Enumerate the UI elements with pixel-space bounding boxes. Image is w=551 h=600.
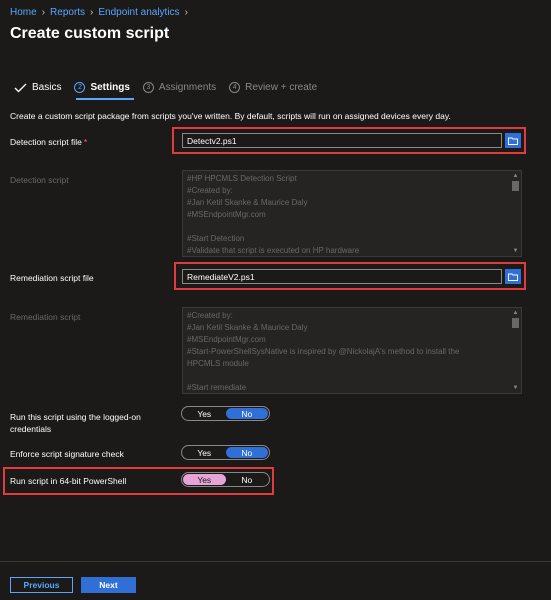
remediation-file-input[interactable]: RemediateV2.ps1 [182,269,502,284]
chevron-right-icon: › [41,7,46,18]
signature-check-toggle[interactable]: Yes No [181,445,270,460]
scroll-down-arrow-icon[interactable]: ▼ [511,247,520,255]
step-assignments[interactable]: 3 Assignments [142,82,217,93]
script-line: #Created by: [187,186,233,195]
script-line: #Jan Ketil Skanke & Maurice Daly [187,323,308,332]
script-line: #Start remediate [187,383,247,392]
breadcrumb-reports[interactable]: Reports [50,7,85,18]
logged-on-label-line2: credentials [10,424,52,434]
required-marker: * [83,137,88,147]
script-line: #MSEndpointMgr.com [187,210,266,219]
next-button[interactable]: Next [81,577,136,593]
logged-on-toggle[interactable]: Yes No [181,406,270,421]
breadcrumb-home[interactable]: Home [10,7,37,18]
script-line: HPCMLS module [187,359,249,368]
scrollbar[interactable]: ▲ ▼ [511,309,520,392]
folder-icon [508,273,518,281]
script-line: #Created by: [187,311,233,320]
step-basics[interactable]: Basics [14,82,61,93]
step-number: 4 [229,82,241,93]
breadcrumb: Home › Reports › Endpoint analytics › [10,7,188,18]
scroll-thumb[interactable] [512,181,519,191]
script-line: #MSEndpointMgr.com [187,335,266,344]
detection-file-label-text: Detection script file [10,137,82,147]
browse-file-button[interactable] [505,269,521,284]
page-description: Create a custom script package from scri… [10,111,451,121]
run-64bit-toggle[interactable]: Yes No [181,472,270,487]
scroll-up-arrow-icon[interactable]: ▲ [511,172,520,180]
page-title: Create custom script [10,25,170,42]
logged-on-label-line1: Run this script using the logged-on [10,412,141,422]
chevron-right-icon: › [184,7,188,18]
scrollbar[interactable]: ▲ ▼ [511,172,520,255]
script-line [187,370,517,382]
checkmark-icon [14,83,27,92]
toggle-yes[interactable]: Yes [183,474,226,485]
signature-check-label: Enforce script signature check [10,449,124,459]
step-number: 3 [142,82,154,93]
step-settings-label: Settings [90,82,130,93]
script-line [187,221,517,233]
scroll-up-arrow-icon[interactable]: ▲ [511,309,520,317]
detection-file-input[interactable]: Detectv2.ps1 [182,133,502,148]
browse-file-button[interactable] [505,133,521,148]
logged-on-label: Run this script using the logged-on cred… [10,411,141,435]
script-line: #Start-PowerShellSysNative is inspired b… [187,347,460,356]
step-review-label: Review + create [245,82,318,93]
step-basics-label: Basics [32,82,62,93]
folder-icon [508,137,518,145]
scroll-thumb[interactable] [512,318,519,328]
detection-script-label: Detection script [10,175,69,185]
detection-script-textarea[interactable]: #HP HPCMLS Detection Script #Created by:… [182,170,522,257]
step-review-create[interactable]: 4 Review + create [229,82,317,93]
toggle-no[interactable]: No [225,408,268,419]
toggle-no[interactable]: No [226,474,269,485]
script-line: #HP HPCMLS Detection Script [187,174,297,183]
chevron-right-icon: › [90,7,94,18]
remediation-script-textarea[interactable]: #Created by: #Jan Ketil Skanke & Maurice… [182,307,522,394]
script-line: #Start Detection [187,234,245,243]
toggle-yes[interactable]: Yes [183,408,226,419]
toggle-no[interactable]: No [225,447,268,458]
step-number: 2 [74,82,86,93]
wizard-steps: Basics 2 Settings 3 Assignments 4 Review… [14,82,330,93]
script-line: #Jan Ketil Skanke & Maurice Daly [187,198,308,207]
script-line: #Validate that script is executed on HP … [187,246,360,255]
step-assignments-label: Assignments [158,82,217,93]
previous-button[interactable]: Previous [10,577,73,593]
active-step-indicator [76,98,134,100]
step-settings[interactable]: 2 Settings [74,82,130,93]
toggle-yes[interactable]: Yes [183,447,226,458]
scroll-down-arrow-icon[interactable]: ▼ [511,384,520,392]
detection-file-label: Detection script file * [10,137,87,147]
remediation-file-label: Remediation script file [10,273,94,283]
breadcrumb-endpoint-analytics[interactable]: Endpoint analytics [98,7,179,18]
footer-divider [0,561,551,562]
remediation-script-label: Remediation script [10,312,81,322]
run-64bit-label: Run script in 64-bit PowerShell [10,476,127,486]
